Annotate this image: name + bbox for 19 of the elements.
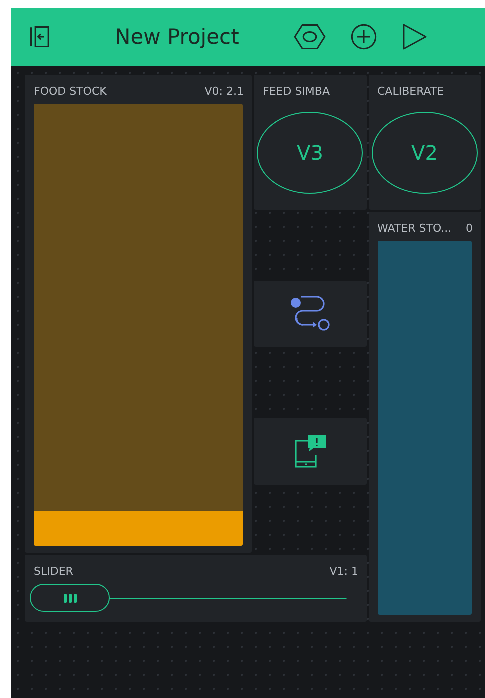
add-icon[interactable]: [350, 23, 378, 51]
widget-value: 0: [466, 222, 473, 236]
project-title: New Project: [115, 25, 240, 49]
settings-icon[interactable]: [294, 23, 326, 51]
widget-value: V0: 2.1: [204, 85, 244, 98]
notification-widget[interactable]: [254, 418, 366, 485]
route-icon: [289, 296, 332, 332]
phone-alert-icon: [292, 433, 328, 470]
widget-label: WATER STO...: [378, 222, 452, 236]
widget-label: CALIBERATE: [378, 85, 444, 98]
eventor-widget[interactable]: [254, 280, 366, 348]
pin-button[interactable]: V2: [372, 112, 478, 194]
widget-label: FEED SIMBA: [263, 85, 330, 98]
widget-value: V1: 1: [330, 565, 358, 578]
play-icon[interactable]: [402, 23, 428, 51]
widget-label: FOOD STOCK: [34, 85, 107, 98]
widget-label: SLIDER: [34, 565, 74, 578]
slider-handle[interactable]: [30, 584, 110, 612]
pin-button[interactable]: V3: [257, 112, 364, 194]
